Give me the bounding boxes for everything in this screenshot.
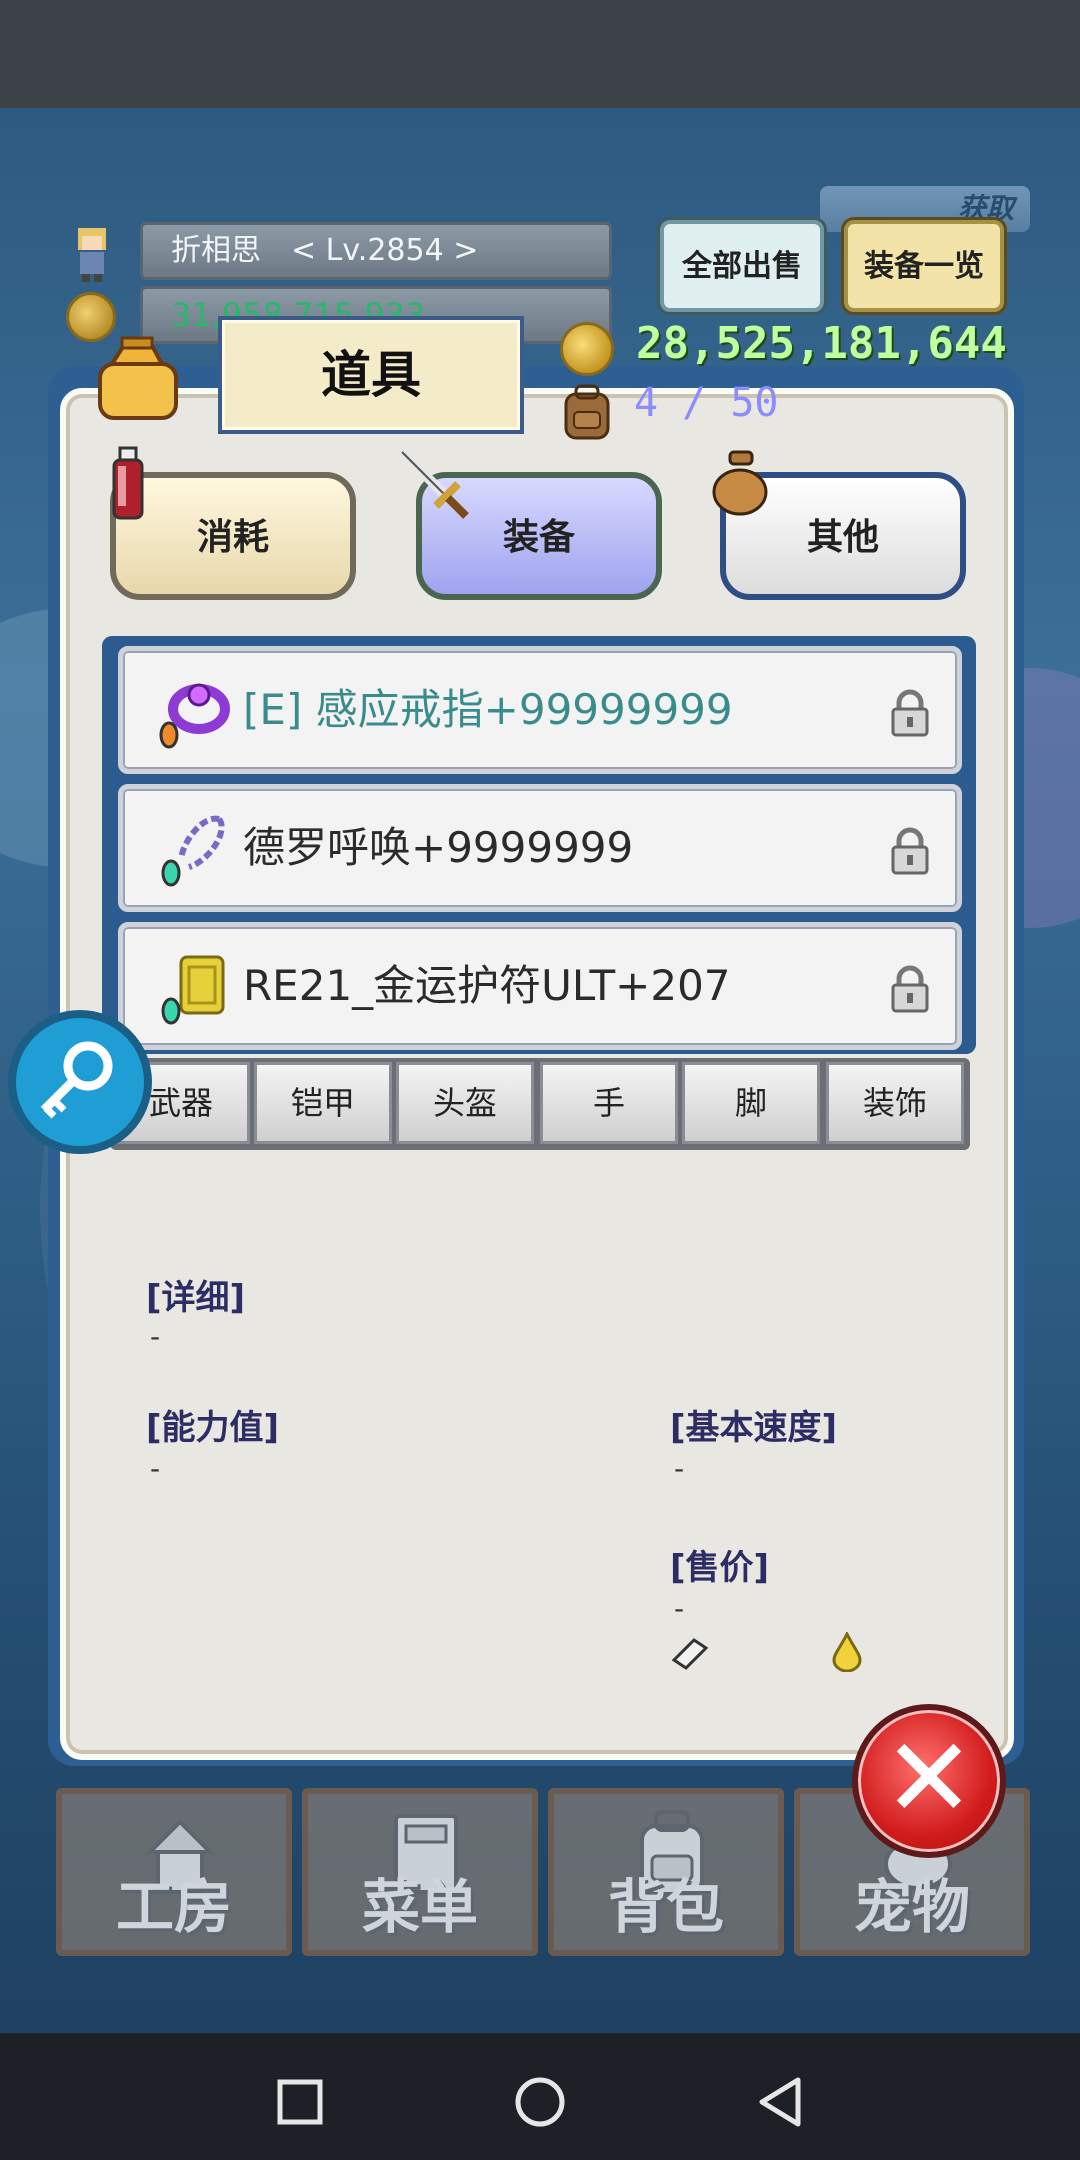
item-name: [E] 感应戒指+99999999	[243, 685, 733, 734]
back-icon[interactable]	[750, 2072, 810, 2132]
stats-value: -	[150, 1452, 161, 1485]
gold-drop-icon	[832, 1632, 862, 1672]
necklace-icon	[161, 815, 225, 887]
player-avatar-icon	[78, 228, 106, 282]
speed-label: [基本速度]	[670, 1408, 838, 1448]
home-icon[interactable]	[510, 2072, 570, 2132]
list-item[interactable]: [E] 感应戒指+99999999	[118, 646, 962, 774]
item-bag-icon	[98, 336, 178, 420]
silver-bar-icon	[671, 1638, 709, 1670]
filter-foot[interactable]: 脚	[682, 1062, 820, 1144]
pouch-icon	[712, 450, 768, 516]
ring-icon	[159, 683, 230, 749]
page-title: 道具	[218, 316, 524, 434]
stats-label: [能力值]	[146, 1408, 280, 1448]
player-name-level: 折相思 < Lv.2854 >	[140, 222, 612, 280]
menu-backpack[interactable]: 背包	[548, 1788, 784, 1956]
item-name: RE21_金运护符ULT+207	[243, 961, 731, 1010]
gold-amount: 28,525,181,644	[636, 318, 1007, 369]
detail-value: -	[150, 1320, 161, 1353]
close-icon: ✕	[882, 1714, 976, 1842]
list-item[interactable]: RE21_金运护符ULT+207	[118, 922, 962, 1050]
inventory-capacity: 4 / 50	[634, 380, 779, 426]
filter-helmet[interactable]: 头盔	[396, 1062, 534, 1144]
lock-icon[interactable]	[889, 827, 931, 875]
lock-icon[interactable]	[889, 689, 931, 737]
search-button[interactable]	[8, 1010, 152, 1154]
filter-hand[interactable]: 手	[540, 1062, 678, 1144]
menu-label: 菜单	[361, 1873, 478, 1941]
lock-icon[interactable]	[889, 965, 931, 1013]
recent-apps-icon[interactable]	[270, 2072, 330, 2132]
list-item[interactable]: 德罗呼唤+9999999	[118, 784, 962, 912]
key-magnifier-icon	[40, 1041, 113, 1119]
price-label: [售价]	[670, 1548, 770, 1588]
menu-workshop[interactable]: 工房	[56, 1788, 292, 1956]
detail-label: [详细]	[146, 1278, 246, 1318]
item-name: 德罗呼唤+9999999	[243, 823, 634, 872]
menu-label: 宠物	[853, 1873, 970, 1941]
status-bar	[0, 0, 1080, 108]
speed-value: -	[674, 1452, 685, 1485]
sword-icon	[398, 448, 469, 519]
price-value: -	[674, 1592, 685, 1625]
filter-armor[interactable]: 铠甲	[254, 1062, 392, 1144]
menu-menu[interactable]: 菜单	[302, 1788, 538, 1956]
equip-list-button[interactable]: 装备一览	[844, 220, 1004, 312]
potion-icon	[112, 446, 144, 520]
menu-label: 工房	[115, 1873, 232, 1941]
filter-accessory[interactable]: 装饰	[826, 1062, 964, 1144]
menu-label: 背包	[607, 1873, 724, 1941]
amulet-icon	[161, 955, 225, 1025]
gold-coin-icon	[560, 322, 614, 376]
backpack-icon	[564, 384, 610, 440]
close-button[interactable]: ✕	[852, 1704, 1006, 1858]
sell-all-button[interactable]: 全部出售	[660, 220, 824, 312]
